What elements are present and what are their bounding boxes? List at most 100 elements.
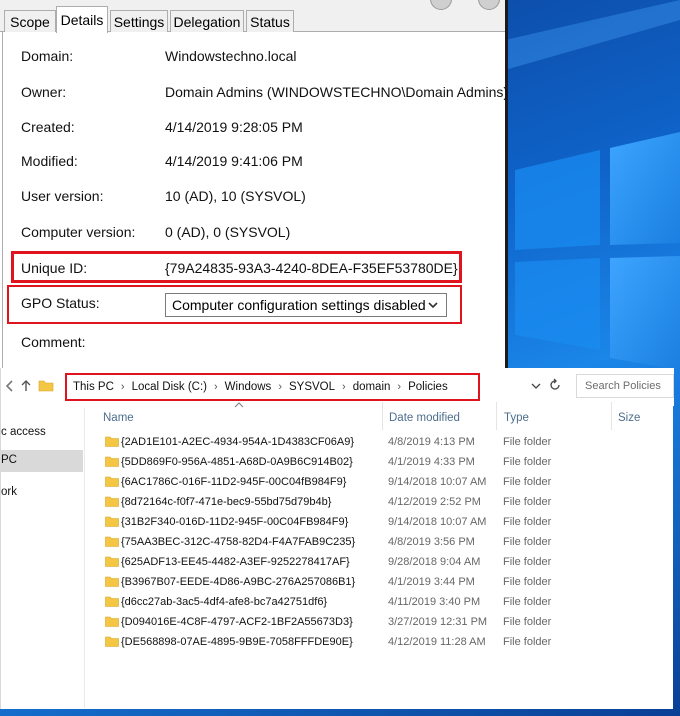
gpo-status-label: GPO Status: [21, 295, 100, 311]
folder-icon [105, 456, 119, 467]
window-button-icon[interactable] [430, 0, 452, 10]
navigation-pane: c access PC ork [1, 408, 85, 708]
owner-value: Domain Admins (WINDOWSTECHNO\Domain Admi… [165, 84, 509, 100]
table-row[interactable]: {2AD1E101-A2EC-4934-954A-1D4383CF06A9} 4/… [101, 433, 661, 453]
modified-label: Modified: [21, 153, 78, 169]
table-row[interactable]: {D094016E-4C8F-4797-ACF2-1BF2A55673D3} 3/… [101, 613, 661, 633]
tab-scope[interactable]: Scope [4, 10, 56, 32]
file-type: File folder [503, 536, 552, 548]
breadcrumb-item[interactable]: domain [353, 381, 391, 393]
breadcrumb-item[interactable]: Policies [408, 381, 448, 393]
file-date-modified: 4/12/2019 2:52 PM [388, 496, 481, 508]
tab-delegation[interactable]: Delegation [170, 10, 244, 32]
column-header-size[interactable]: Size [618, 412, 640, 424]
folder-icon [105, 616, 119, 627]
folder-icon [105, 516, 119, 527]
chevron-right-icon: › [397, 381, 402, 393]
up-arrow-icon[interactable] [19, 379, 33, 393]
breadcrumb-item[interactable]: SYSVOL [289, 381, 335, 393]
column-divider[interactable] [382, 402, 383, 430]
column-header-date[interactable]: Date modified [389, 412, 460, 424]
column-header-name[interactable]: Name [103, 412, 134, 424]
file-type: File folder [503, 456, 552, 468]
domain-label: Domain: [21, 48, 74, 64]
file-name: {6AC1786C-016F-11D2-945F-00C04fB984F9} [121, 476, 347, 488]
nav-item-this-pc[interactable]: PC [1, 450, 83, 472]
windows-logo-icon [505, 0, 680, 370]
gpo-properties-dialog: Scope Details Settings Delegation Status… [0, 0, 508, 368]
created-label: Created: [21, 119, 75, 135]
file-name: {31B2F340-016D-11D2-945F-00C04FB984F9} [121, 516, 349, 528]
domain-value: Windowstechno.local [165, 48, 297, 64]
gpo-status-select[interactable]: Computer configuration settings disabled [165, 293, 447, 317]
file-type: File folder [503, 576, 552, 588]
folder-icon [105, 576, 119, 587]
chevron-right-icon: › [213, 381, 218, 393]
comment-label: Comment: [21, 334, 86, 350]
breadcrumb-item[interactable]: Local Disk (C:) [132, 381, 207, 393]
nav-item-network[interactable]: ork [1, 486, 17, 498]
file-name: {D094016E-4C8F-4797-ACF2-1BF2A55673D3} [121, 616, 353, 628]
tab-status[interactable]: Status [246, 10, 294, 32]
file-type: File folder [503, 496, 552, 508]
refresh-icon[interactable] [548, 378, 562, 392]
nav-item-quick-access[interactable]: c access [1, 426, 46, 438]
file-name: {75AA3BEC-312C-4758-82D4-F4A7FAB9C235} [121, 536, 356, 548]
user-version-value: 10 (AD), 10 (SYSVOL) [165, 188, 306, 204]
modified-value: 4/14/2019 9:41:06 PM [165, 153, 303, 169]
file-date-modified: 3/27/2019 12:31 PM [388, 616, 488, 628]
file-type: File folder [503, 476, 552, 488]
file-name: {5DD869F0-956A-4851-A68D-0A9B6C914B02} [121, 456, 353, 468]
table-row[interactable]: {5DD869F0-956A-4851-A68D-0A9B6C914B02} 4/… [101, 453, 661, 473]
file-date-modified: 9/28/2018 9:04 AM [388, 556, 481, 568]
file-date-modified: 4/8/2019 3:56 PM [388, 536, 475, 548]
column-divider[interactable] [496, 402, 497, 430]
file-type: File folder [503, 616, 552, 628]
table-row[interactable]: {DE568898-07AE-4895-9B9E-7058FFFDE90E} 4/… [101, 633, 661, 653]
file-name: {DE568898-07AE-4895-9B9E-7058FFFDE90E} [121, 636, 353, 648]
folder-icon [105, 536, 119, 547]
table-row[interactable]: {d6cc27ab-3ac5-4df4-afe8-bc7a42751df6} 4/… [101, 593, 661, 613]
chevron-right-icon: › [120, 381, 125, 393]
folder-icon [105, 476, 119, 487]
file-name: {625ADF13-EE45-4482-A3EF-9252278417AF} [121, 556, 350, 568]
file-type: File folder [503, 436, 552, 448]
breadcrumb-item[interactable]: This PC [73, 381, 114, 393]
back-arrow-icon[interactable] [3, 379, 17, 393]
file-type: File folder [503, 596, 552, 608]
computer-version-value: 0 (AD), 0 (SYSVOL) [165, 224, 291, 240]
file-date-modified: 4/8/2019 4:13 PM [388, 436, 475, 448]
address-bar: This PC › Local Disk (C:) › Windows › SY… [1, 368, 674, 406]
file-explorer-window: This PC › Local Disk (C:) › Windows › SY… [0, 368, 674, 709]
tab-details[interactable]: Details [56, 6, 108, 33]
column-divider[interactable] [611, 402, 612, 430]
table-row[interactable]: {75AA3BEC-312C-4758-82D4-F4A7FAB9C235} 4/… [101, 533, 661, 553]
file-type: File folder [503, 636, 552, 648]
tab-settings[interactable]: Settings [110, 10, 168, 32]
file-name: {8d72164c-f0f7-471e-bec9-55bd75d79b4b} [121, 496, 332, 508]
file-type: File folder [503, 556, 552, 568]
table-row[interactable]: {31B2F340-016D-11D2-945F-00C04FB984F9} 9/… [101, 513, 661, 533]
breadcrumb-item[interactable]: Windows [225, 381, 272, 393]
folder-icon [105, 636, 119, 647]
file-date-modified: 4/12/2019 11:28 AM [388, 636, 486, 648]
column-header-type[interactable]: Type [504, 412, 529, 424]
folder-icon [38, 380, 54, 392]
sort-up-icon [234, 402, 244, 408]
search-input[interactable]: Search Policies [576, 374, 674, 398]
file-date-modified: 4/11/2019 3:40 PM [388, 596, 481, 608]
table-row[interactable]: {625ADF13-EE45-4482-A3EF-9252278417AF} 9/… [101, 553, 661, 573]
unique-id-label: Unique ID: [21, 260, 88, 276]
breadcrumb[interactable]: This PC › Local Disk (C:) › Windows › SY… [65, 373, 480, 401]
table-row[interactable]: {6AC1786C-016F-11D2-945F-00C04fB984F9} 9/… [101, 473, 661, 493]
details-panel: Domain: Windowstechno.local Owner: Domai… [2, 32, 509, 368]
folder-icon [105, 596, 119, 607]
window-button-icon[interactable] [478, 0, 500, 10]
chevron-down-icon[interactable] [530, 380, 542, 392]
user-version-label: User version: [21, 188, 104, 204]
file-name: {d6cc27ab-3ac5-4df4-afe8-bc7a42751df6} [121, 596, 328, 608]
chevron-down-icon [428, 302, 438, 309]
table-row[interactable]: {8d72164c-f0f7-471e-bec9-55bd75d79b4b} 4/… [101, 493, 661, 513]
table-row[interactable]: {B3967B07-EEDE-4D86-A9BC-276A257086B1} 4/… [101, 573, 661, 593]
file-name: {B3967B07-EEDE-4D86-A9BC-276A257086B1} [121, 576, 356, 588]
